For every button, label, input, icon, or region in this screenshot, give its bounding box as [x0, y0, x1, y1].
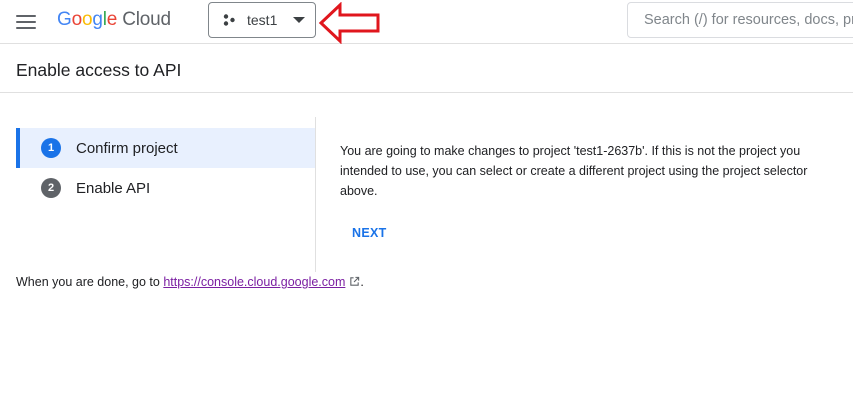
project-icon: [223, 14, 235, 26]
step-content: You are going to make changes to project…: [340, 141, 840, 201]
page-header: Enable access to API: [0, 44, 853, 93]
stepper: 1 Confirm project 2 Enable API: [16, 128, 316, 208]
footer-note: When you are done, go to https://console…: [16, 275, 364, 289]
step-label: Enable API: [76, 179, 151, 197]
step-confirm-project[interactable]: 1 Confirm project: [16, 128, 316, 168]
step-enable-api[interactable]: 2 Enable API: [16, 168, 316, 208]
project-name: test1: [247, 12, 278, 28]
step-number: 2: [41, 178, 61, 198]
step-description: You are going to make changes to project…: [340, 144, 808, 198]
dropdown-caret-icon: [293, 17, 305, 23]
external-link-icon[interactable]: [349, 276, 360, 287]
footer-suffix: .: [360, 275, 364, 289]
page-title: Enable access to API: [16, 60, 182, 80]
search-input[interactable]: Search (/) for resources, docs, products…: [627, 2, 853, 38]
top-bar: Google Cloud test1 Search (/) for resour…: [0, 0, 853, 44]
footer-prefix: When you are done, go to: [16, 275, 164, 289]
google-cloud-logo[interactable]: Google Cloud: [57, 9, 171, 31]
console-link[interactable]: https://console.cloud.google.com: [163, 275, 345, 289]
vertical-divider: [315, 117, 316, 272]
next-button[interactable]: NEXT: [342, 222, 397, 244]
menu-icon[interactable]: [14, 10, 38, 34]
step-label: Confirm project: [76, 139, 178, 157]
annotation-arrow-icon: [318, 2, 380, 44]
project-selector-button[interactable]: test1: [208, 2, 316, 38]
step-number: 1: [41, 138, 61, 158]
